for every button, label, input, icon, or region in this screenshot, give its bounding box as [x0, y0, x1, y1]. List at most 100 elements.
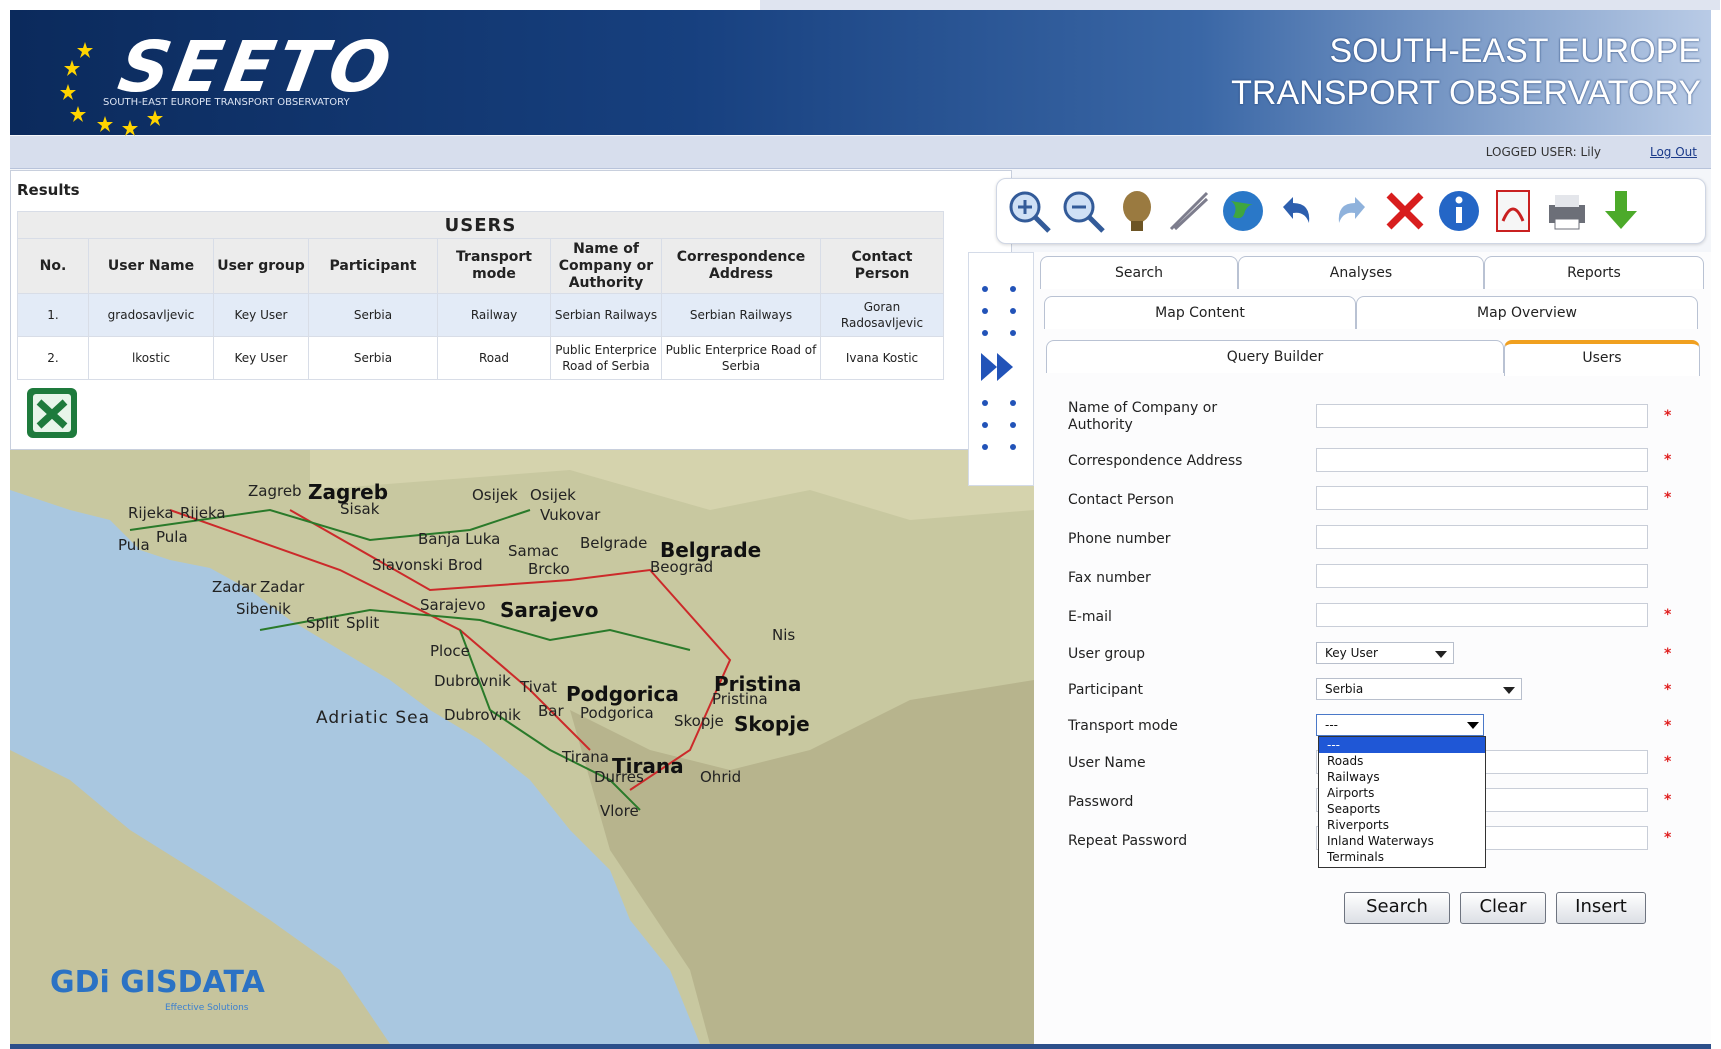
- tab-map-content[interactable]: Map Content: [1044, 296, 1356, 329]
- tab-reports[interactable]: Reports: [1484, 256, 1704, 289]
- zoom-in-icon[interactable]: [1005, 187, 1053, 235]
- cell-address: Public Enterprice Road of Serbia: [661, 336, 821, 380]
- repeat-password-label: Repeat Password: [1068, 833, 1188, 849]
- cell-no: 2.: [17, 336, 89, 380]
- results-panel: Results USERS No. User Name User group P…: [10, 170, 1012, 450]
- required-mark: *: [1664, 490, 1672, 506]
- gisdata-logo-prefix: GDi: [50, 965, 110, 1000]
- col-header-transport-mode[interactable]: Transport mode: [437, 238, 551, 294]
- map-label-city: Slavonski Brod: [372, 556, 483, 574]
- col-header-participant[interactable]: Participant: [308, 238, 438, 294]
- email-field[interactable]: [1316, 603, 1648, 627]
- map-label-city: Pristina: [712, 690, 768, 708]
- col-header-address[interactable]: Correspondence Address: [661, 238, 821, 294]
- col-header-usergroup[interactable]: User group: [213, 238, 309, 294]
- zoom-out-icon[interactable]: [1059, 187, 1107, 235]
- print-icon[interactable]: [1543, 187, 1591, 235]
- map-label-sea: Adriatic Sea: [316, 708, 431, 728]
- map-label-city: Split: [346, 614, 380, 632]
- map-label-city: Split: [306, 614, 340, 632]
- table-row[interactable]: 1. gradosavljevic Key User Serbia Railwa…: [17, 293, 944, 337]
- table-row[interactable]: 2. lkostic Key User Serbia Road Public E…: [17, 336, 944, 380]
- logged-user-label: LOGGED USER: Lily: [1485, 145, 1601, 159]
- col-header-contact[interactable]: Contact Person: [820, 238, 944, 294]
- user-bar: LOGGED USER: Lily Log Out: [10, 136, 1711, 169]
- cell-no: 1.: [17, 293, 89, 337]
- required-mark: *: [1664, 792, 1672, 808]
- map-label-city: Ohrid: [700, 768, 742, 786]
- transport-mode-select[interactable]: ---: [1316, 714, 1484, 736]
- company-field[interactable]: [1316, 404, 1648, 428]
- tab-query-builder[interactable]: Query Builder: [1046, 340, 1504, 373]
- clear-icon[interactable]: [1381, 187, 1429, 235]
- tab-users[interactable]: Users: [1504, 340, 1700, 376]
- address-label: Correspondence Address: [1068, 453, 1243, 469]
- dropdown-option[interactable]: Railways: [1319, 769, 1485, 785]
- download-icon[interactable]: [1597, 187, 1645, 235]
- map-label-city: Rijeka: [128, 504, 174, 522]
- map-label-city: Sibenik: [236, 600, 291, 618]
- dropdown-option[interactable]: Inland Waterways: [1319, 833, 1485, 849]
- transport-mode-label: Transport mode: [1068, 718, 1178, 734]
- undo-icon[interactable]: [1273, 187, 1321, 235]
- map-view[interactable]: Zagreb Belgrade Sarajevo Podgorica Prist…: [10, 450, 1034, 1044]
- cell-username: lkostic: [88, 336, 214, 380]
- map-label-city: Podgorica: [580, 704, 654, 722]
- insert-button[interactable]: Insert: [1556, 892, 1646, 924]
- dropdown-option[interactable]: Roads: [1319, 753, 1485, 769]
- contact-field[interactable]: [1316, 486, 1648, 510]
- transport-mode-value: ---: [1325, 718, 1338, 732]
- gisdata-logo-subtitle: Effective Solutions: [165, 1003, 249, 1013]
- user-group-value: Key User: [1325, 646, 1378, 660]
- fax-field[interactable]: [1316, 564, 1648, 588]
- tab-map-overview[interactable]: Map Overview: [1356, 296, 1698, 329]
- dropdown-option[interactable]: Seaports: [1319, 801, 1485, 817]
- pdf-icon[interactable]: [1489, 187, 1537, 235]
- required-mark: *: [1664, 830, 1672, 846]
- globe-icon[interactable]: [1219, 187, 1267, 235]
- redo-icon[interactable]: [1327, 187, 1375, 235]
- required-mark: *: [1664, 682, 1672, 698]
- header-title: SOUTH-EAST EUROPE TRANSPORT OBSERVATORY: [1231, 30, 1701, 114]
- cell-contact: Goran Radosavljevic: [820, 293, 944, 337]
- map-label-city: Rijeka: [180, 504, 226, 522]
- excel-export-icon[interactable]: [25, 386, 81, 440]
- dropdown-option[interactable]: ---: [1319, 737, 1485, 753]
- tab-search[interactable]: Search: [1040, 256, 1238, 289]
- participant-select[interactable]: Serbia: [1316, 678, 1522, 700]
- measure-icon[interactable]: [1165, 187, 1213, 235]
- collapse-arrows-icon[interactable]: [969, 253, 1033, 485]
- email-label: E-mail: [1068, 609, 1112, 625]
- col-header-username[interactable]: User Name: [88, 238, 214, 294]
- tab-analyses[interactable]: Analyses: [1238, 256, 1484, 289]
- map-label-city: Vukovar: [540, 506, 601, 524]
- map-label-city: Zadar: [260, 578, 305, 596]
- gisdata-logo-name: GISDATA: [120, 965, 265, 1000]
- table-caption: USERS: [17, 211, 944, 239]
- dropdown-option[interactable]: Terminals: [1319, 849, 1485, 865]
- phone-field[interactable]: [1316, 525, 1648, 549]
- clear-button[interactable]: Clear: [1460, 892, 1546, 924]
- search-button[interactable]: Search: [1344, 892, 1450, 924]
- map-label-city: Brcko: [528, 560, 570, 578]
- participant-value: Serbia: [1325, 682, 1364, 696]
- dropdown-option[interactable]: Riverports: [1319, 817, 1485, 833]
- pan-icon[interactable]: [1113, 187, 1161, 235]
- dropdown-option[interactable]: Airports: [1319, 785, 1485, 801]
- panel-toggle-strip[interactable]: [968, 252, 1034, 486]
- results-title: Results: [17, 181, 80, 199]
- map-label-city: Dubrovnik: [444, 706, 521, 724]
- logout-link[interactable]: Log Out: [1650, 145, 1697, 159]
- map-label-city: Nis: [772, 626, 796, 644]
- chevron-down-icon: [1503, 687, 1515, 694]
- info-icon[interactable]: [1435, 187, 1483, 235]
- chevron-down-icon: [1467, 722, 1479, 729]
- user-group-select[interactable]: Key User: [1316, 642, 1454, 664]
- map-label-city: Zagreb: [248, 482, 302, 500]
- phone-label: Phone number: [1068, 531, 1171, 547]
- address-field[interactable]: [1316, 448, 1648, 472]
- col-header-company[interactable]: Name of Company or Authority: [550, 238, 662, 294]
- cell-usergroup: Key User: [213, 336, 309, 380]
- cell-company: Public Enterprice Road of Serbia: [550, 336, 662, 380]
- col-header-no[interactable]: No.: [17, 238, 89, 294]
